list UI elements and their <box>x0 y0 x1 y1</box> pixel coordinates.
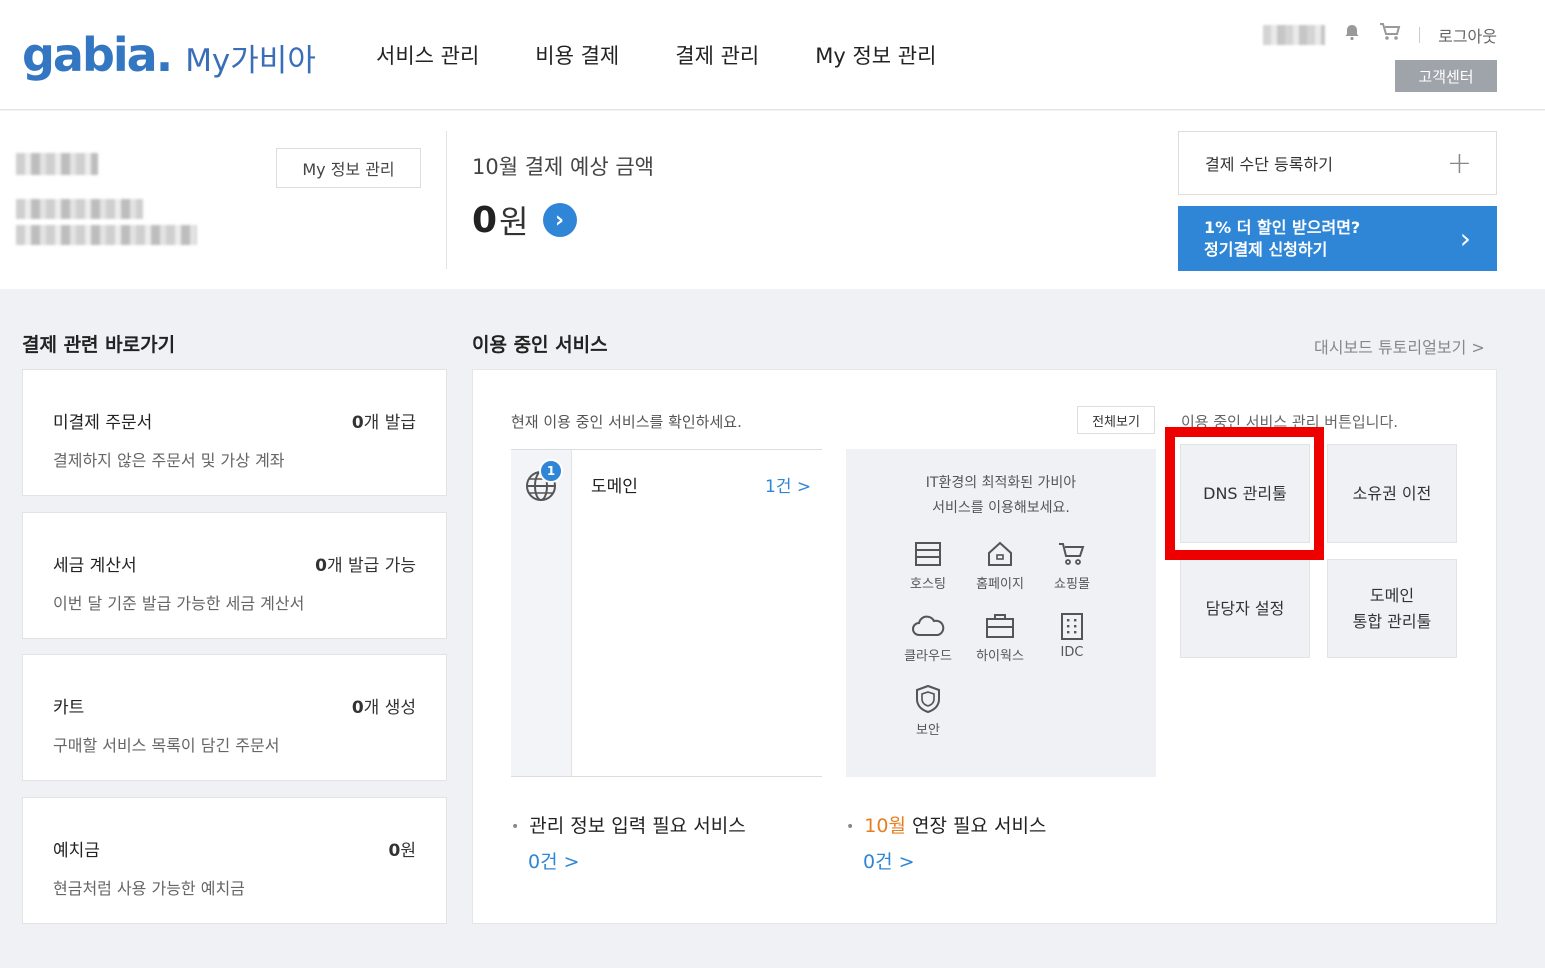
account-summary: My 정보 관리 10월 결제 예상 금액 0 원 › 결제 수단 등록하기 +… <box>0 111 1545 289</box>
service-count-badge: 1 <box>539 459 563 483</box>
shortcuts-title: 결제 관련 바로가기 <box>22 334 176 356</box>
cart-icon <box>1059 543 1085 565</box>
nav-service-manage[interactable]: 서비스 관리 <box>376 40 479 70</box>
briefcase-icon <box>986 614 1014 638</box>
cloud-icon <box>912 615 945 636</box>
contact-settings-button[interactable]: 담당자 설정 <box>1180 559 1310 658</box>
card-description: 구매할 서비스 목록이 담긴 주문서 <box>53 736 280 755</box>
deposit-card[interactable]: 예치금 0원 현금처럼 사용 가능한 예치금 <box>22 797 447 924</box>
nav-payment-manage[interactable]: 결제 관리 <box>675 40 759 70</box>
summary-divider <box>446 131 447 269</box>
card-value: 0개 발급 <box>351 413 416 433</box>
reco-hiworks[interactable]: 하이웍스 <box>970 611 1030 664</box>
customer-center-button[interactable]: 고객센터 <box>1395 60 1497 92</box>
unpaid-orders-card[interactable]: 미결제 주문서 0개 발급 결제하지 않은 주문서 및 가상 계좌 <box>22 369 447 496</box>
reco-cloud[interactable]: 클라우드 <box>898 611 958 664</box>
ownership-transfer-button[interactable]: 소유권 이전 <box>1327 444 1457 543</box>
hosting-icon <box>915 542 941 566</box>
payment-unit: 원 <box>499 203 529 241</box>
main-nav: 서비스 관리 비용 결제 결제 관리 My 정보 관리 <box>376 40 936 70</box>
card-label: 미결제 주문서 <box>53 413 153 433</box>
cart-icon[interactable] <box>1379 22 1401 47</box>
promo-line-1: 1% 더 할인 받으려면? <box>1204 217 1361 237</box>
util-divider <box>1419 26 1421 43</box>
reco-hosting[interactable]: 호스팅 <box>898 539 958 592</box>
services-hint: 현재 이용 중인 서비스를 확인하세요. <box>511 413 742 431</box>
info-needed-count[interactable]: 0건 > <box>528 847 580 874</box>
info-needed-label: • 관리 정보 입력 필요 서비스 <box>511 815 746 837</box>
domain-integrated-tool-label: 도메인 통합 관리툴 <box>1352 585 1432 631</box>
promo-line-2: 정기결제 신청하기 <box>1204 239 1328 259</box>
blurred-username <box>1263 24 1326 45</box>
expected-payment-amount: 0 원 › <box>472 197 577 243</box>
renewal-needed-count[interactable]: 0건 > <box>863 847 915 874</box>
reco-homepage[interactable]: 홈페이지 <box>970 539 1030 592</box>
card-description: 현금처럼 사용 가능한 예치금 <box>53 879 245 898</box>
tax-invoice-card[interactable]: 세금 계산서 0개 발급 가능 이번 달 기준 발급 가능한 세금 계산서 <box>22 512 447 639</box>
service-domain-name[interactable]: 도메인 <box>591 472 638 497</box>
reco-line-2: 서비스를 이용해보세요. <box>932 500 1070 516</box>
shield-icon <box>916 684 940 714</box>
card-value: 0원 <box>388 841 416 861</box>
utility-bar: 로그아웃 <box>1263 22 1497 47</box>
gabia-logo[interactable]: gabia. My가비아 <box>22 28 316 82</box>
logo-mark: gabia. <box>22 28 173 82</box>
register-payment-method-label: 결제 수단 등록하기 <box>1205 155 1333 174</box>
logo-sub: My가비아 <box>185 43 316 79</box>
payment-detail-arrow-icon[interactable]: › <box>542 203 577 237</box>
card-description: 결제하지 않은 주문서 및 가상 계좌 <box>53 451 285 470</box>
card-label: 카트 <box>53 698 85 718</box>
service-list: 1 도메인 1건 > <box>511 449 822 777</box>
card-value: 0개 생성 <box>351 698 416 718</box>
service-icon-column: 1 <box>511 450 572 776</box>
view-all-button[interactable]: 전체보기 <box>1077 406 1155 434</box>
card-header: 카트 0개 생성 <box>53 693 416 718</box>
card-header: 예치금 0원 <box>53 836 416 861</box>
card-label: 예치금 <box>53 841 100 861</box>
renewal-needed-label: • 10월 연장 필요 서비스 <box>846 815 1047 837</box>
cart-card[interactable]: 카트 0개 생성 구매할 서비스 목록이 담긴 주문서 <box>22 654 447 781</box>
logout-link[interactable]: 로그아웃 <box>1438 23 1497 47</box>
promo-text: 1% 더 할인 받으려면? 정기결제 신청하기 <box>1204 217 1360 261</box>
blurred-account-name <box>16 153 98 175</box>
nav-my-info[interactable]: My 정보 관리 <box>815 40 936 70</box>
house-icon <box>988 541 1012 566</box>
recommended-services: IT환경의 최적화된 가비아 서비스를 이용해보세요. 호스팅 홈페이지 쇼핑몰… <box>846 449 1156 777</box>
payment-number: 0 <box>472 199 498 241</box>
dashboard-tutorial-link[interactable]: 대시보드 튜토리얼보기 > <box>1314 334 1485 358</box>
blurred-account-id <box>16 199 143 219</box>
reco-shopping[interactable]: 쇼핑몰 <box>1042 539 1102 592</box>
blurred-account-email <box>16 225 197 245</box>
card-value: 0개 발급 가능 <box>315 556 416 576</box>
reco-line-1: IT환경의 최적화된 가비아 <box>925 475 1077 491</box>
card-description: 이번 달 기준 발급 가능한 세금 계산서 <box>53 594 305 613</box>
service-domain-count[interactable]: 1건 > <box>765 472 811 497</box>
register-payment-method-button[interactable]: 결제 수단 등록하기 + <box>1178 131 1497 195</box>
reco-text: IT환경의 최적화된 가비아 서비스를 이용해보세요. <box>846 471 1156 521</box>
reco-idc[interactable]: IDC <box>1042 611 1102 660</box>
services-title: 이용 중인 서비스 <box>472 334 608 356</box>
reco-security[interactable]: 보안 <box>898 683 958 738</box>
card-label: 세금 계산서 <box>53 556 137 576</box>
bell-icon[interactable] <box>1343 23 1361 46</box>
card-header: 세금 계산서 0개 발급 가능 <box>53 551 416 576</box>
card-header: 미결제 주문서 0개 발급 <box>53 408 416 433</box>
top-header: gabia. My가비아 서비스 관리 비용 결제 결제 관리 My 정보 관리… <box>0 0 1545 110</box>
manage-hint: 이용 중인 서비스 관리 버튼입니다. <box>1181 413 1399 431</box>
nav-cost-payment[interactable]: 비용 결제 <box>535 40 619 70</box>
chevron-right-icon: › <box>1459 222 1471 255</box>
server-grid-icon <box>1061 613 1083 640</box>
plus-icon: + <box>1446 145 1472 181</box>
my-info-button[interactable]: My 정보 관리 <box>276 148 421 188</box>
auto-payment-promo-banner[interactable]: 1% 더 할인 받으려면? 정기결제 신청하기 › <box>1178 206 1497 271</box>
expected-payment-title: 10월 결제 예상 금액 <box>472 155 654 179</box>
dns-manage-tool-button[interactable]: DNS 관리툴 <box>1180 444 1310 543</box>
domain-integrated-tool-button[interactable]: 도메인 통합 관리툴 <box>1327 559 1457 658</box>
